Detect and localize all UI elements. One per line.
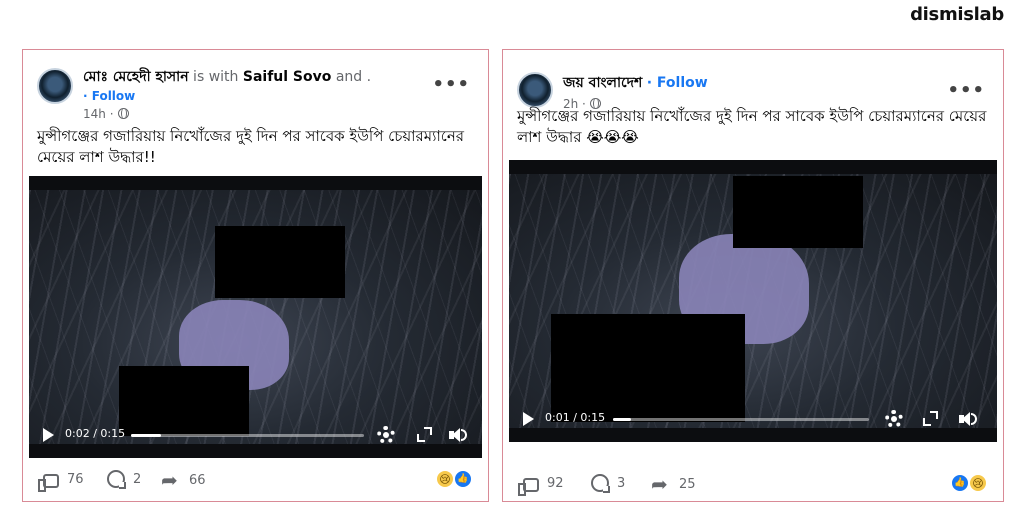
like-button[interactable]: 92 — [518, 474, 564, 496]
video-controls: 0:01 / 0:15 — [509, 408, 997, 430]
reaction-summary[interactable]: 😢 — [436, 470, 472, 488]
comment-button[interactable]: 3 — [591, 474, 626, 493]
more-options-icon[interactable]: ••• — [432, 74, 470, 95]
facebook-post-right: জয় বাংলাদেশ · Follow 2h · ••• মুন্সীগঞ্… — [502, 49, 1004, 502]
progress-fill — [613, 418, 631, 421]
fullscreen-icon[interactable] — [923, 411, 938, 426]
video-frame — [29, 190, 482, 444]
play-icon[interactable] — [523, 412, 534, 426]
censor-block-top — [733, 176, 863, 248]
sad-reaction-icon: 😢 — [969, 474, 987, 492]
like-button[interactable]: 76 — [38, 470, 84, 492]
like-reaction-icon — [951, 474, 969, 492]
gear-icon[interactable] — [377, 426, 395, 444]
follow-button[interactable]: · Follow — [647, 75, 708, 91]
comment-count: 3 — [617, 475, 626, 491]
comment-icon — [591, 474, 610, 493]
play-icon[interactable] — [43, 428, 54, 442]
like-count: 76 — [67, 471, 84, 487]
like-icon — [38, 474, 59, 492]
tagged-name[interactable]: Saiful Sovo — [243, 69, 332, 85]
post-caption: মুন্সীগঞ্জের গজারিয়ায় নিখোঁজের দুই দিন… — [37, 127, 465, 166]
censor-block-bottom — [551, 314, 745, 422]
share-button[interactable]: 66 — [161, 468, 206, 492]
facebook-post-left: মোঃ মেহেদী হাসান is with Saiful Sovo and… — [22, 49, 489, 502]
dismislab-logo: dismislab — [910, 4, 1004, 25]
reaction-summary[interactable]: 😢 — [951, 474, 987, 492]
video-controls: 0:02 / 0:15 — [29, 424, 482, 446]
comment-icon — [107, 470, 126, 489]
censor-block-top — [215, 226, 345, 298]
volume-icon[interactable] — [449, 427, 467, 443]
share-count: 25 — [679, 476, 696, 492]
share-icon — [161, 468, 181, 492]
post-meta: 14h · — [83, 106, 129, 122]
avatar[interactable] — [517, 72, 553, 108]
comment-button[interactable]: 2 — [107, 470, 142, 489]
gear-icon[interactable] — [885, 410, 903, 428]
post-header: মোঃ মেহেদী হাসান is with Saiful Sovo and… — [37, 64, 474, 122]
with-text: is with — [188, 69, 243, 85]
like-count: 92 — [547, 475, 564, 491]
and-text: and . — [331, 69, 372, 85]
sad-reaction-icon: 😢 — [436, 470, 454, 488]
video-frame — [509, 174, 997, 428]
avatar[interactable] — [37, 68, 73, 104]
follow-button[interactable]: · Follow — [83, 89, 135, 103]
more-options-icon[interactable]: ••• — [947, 80, 985, 101]
post-author-line: মোঃ মেহেদী হাসান is with Saiful Sovo and… — [83, 68, 371, 86]
share-count: 66 — [189, 472, 206, 488]
video-time: 0:02 / 0:15 — [65, 427, 126, 440]
progress-bar[interactable] — [131, 434, 364, 437]
volume-icon[interactable] — [959, 411, 977, 427]
comment-count: 2 — [133, 471, 142, 487]
video-time: 0:01 / 0:15 — [545, 411, 606, 424]
share-icon — [651, 472, 671, 496]
post-footer: 92 3 25 😢 — [518, 472, 987, 504]
video-player[interactable]: 0:01 / 0:15 — [509, 160, 997, 442]
globe-icon — [117, 108, 129, 119]
author-name[interactable]: জয় বাংলাদেশ — [563, 75, 642, 91]
post-author-line: জয় বাংলাদেশ · Follow — [563, 74, 708, 92]
fullscreen-icon[interactable] — [417, 427, 432, 442]
video-player[interactable]: 0:02 / 0:15 — [29, 176, 482, 458]
like-icon — [518, 478, 539, 496]
follow-line: · Follow — [83, 88, 135, 104]
share-button[interactable]: 25 — [651, 472, 696, 496]
like-reaction-icon — [454, 470, 472, 488]
progress-bar[interactable] — [613, 418, 869, 421]
author-name[interactable]: মোঃ মেহেদী হাসান — [83, 69, 189, 85]
progress-fill — [131, 434, 162, 437]
post-footer: 76 2 66 😢 — [38, 468, 472, 500]
post-time[interactable]: 14h · — [83, 107, 114, 121]
post-caption: মুন্সীগঞ্জের গজারিয়ায় নিখোঁজের দুই দিন… — [517, 107, 987, 146]
